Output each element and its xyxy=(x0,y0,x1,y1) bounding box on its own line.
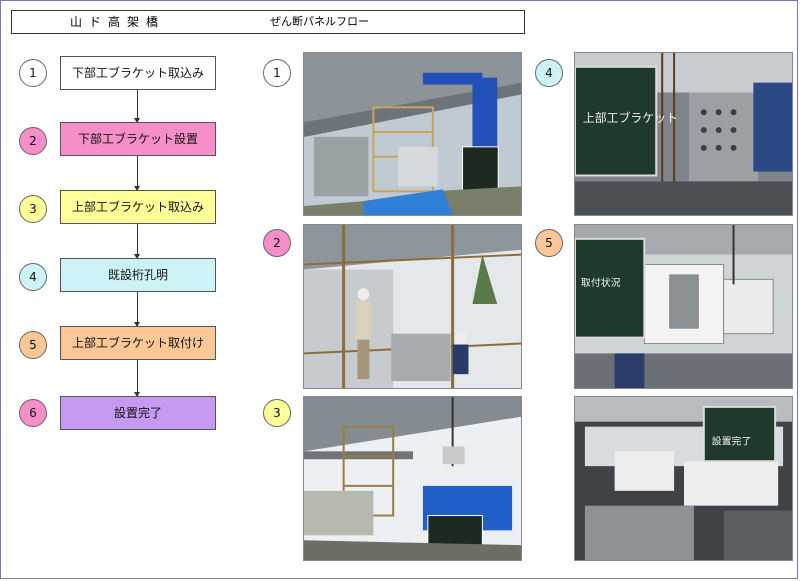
step-number-3: 3 xyxy=(19,195,47,223)
step-number-4: 4 xyxy=(19,263,47,291)
flow-step-4: 既設桁孔明 xyxy=(60,258,216,292)
flow-step-6: 設置完了 xyxy=(60,396,216,430)
step-number-5: 5 xyxy=(19,331,47,359)
flow-arrow-5 xyxy=(134,360,140,397)
step-number-1: 1 xyxy=(19,59,47,87)
step-number-6: 6 xyxy=(19,399,47,427)
header-box: 山ド高架橋 ぜん断パネルフロー xyxy=(11,10,525,34)
photo-number-5: 5 xyxy=(535,229,563,257)
photo-5: 取付状況 xyxy=(574,224,793,389)
flow-arrow-1 xyxy=(134,90,140,123)
photo-number-3: 3 xyxy=(263,399,291,427)
flow-step-2: 下部工ブラケット設置 xyxy=(60,122,216,156)
photo-3 xyxy=(303,396,522,561)
photo-number-2: 2 xyxy=(263,229,291,257)
photo-6: 設置完了 xyxy=(574,396,793,561)
photo-6-board-text: 設置完了 xyxy=(712,434,752,447)
photo-5-board-text: 取付状況 xyxy=(581,276,621,289)
flow-step-1: 下部工ブラケット取込み xyxy=(60,56,216,90)
page-title: 山ド高架橋 xyxy=(70,15,166,29)
flow-arrow-3 xyxy=(134,224,140,259)
photo-4: 上部工ブラケット xyxy=(574,52,793,216)
flow-step-5: 上部工ブラケット取付け xyxy=(60,326,216,360)
photo-number-1: 1 xyxy=(263,59,291,87)
photo-2 xyxy=(303,224,522,389)
photo-1 xyxy=(303,52,522,216)
photo-number-4: 4 xyxy=(535,59,563,87)
flow-step-3: 上部工ブラケット取込み xyxy=(60,190,216,224)
flow-arrow-4 xyxy=(134,292,140,327)
step-number-2: 2 xyxy=(19,127,47,155)
page-subtitle: ぜん断パネルフロー xyxy=(270,15,369,28)
photo-4-board-text: 上部工ブラケット xyxy=(583,111,678,125)
flow-arrow-2 xyxy=(134,156,140,191)
